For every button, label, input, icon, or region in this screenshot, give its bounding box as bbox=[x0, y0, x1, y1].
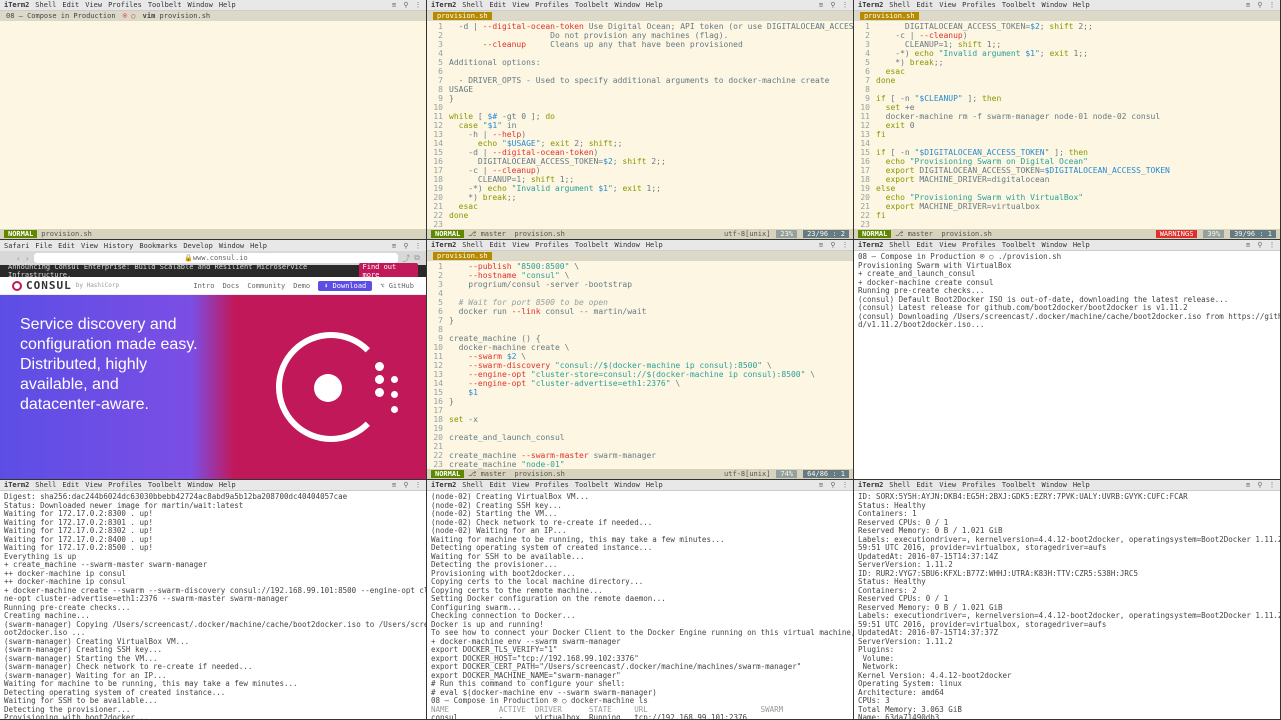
share-icon[interactable]: ⤴ bbox=[402, 253, 410, 264]
hero-headline: Service discovery and configuration made… bbox=[0, 295, 200, 479]
tab-bar: provision.sh bbox=[427, 251, 853, 261]
pane-middle-left-browser: Safari FileEditViewHistoryBookmarksDevel… bbox=[0, 240, 427, 480]
url-bar[interactable]: 🔒 www.consul.io bbox=[34, 253, 399, 263]
line-gutter: 1234567891011121314151617181920212223242… bbox=[427, 261, 447, 469]
editor-area[interactable]: 1234567891011121314151617181920212223242… bbox=[427, 21, 853, 229]
nav-community[interactable]: Community bbox=[247, 282, 285, 290]
pane-bottom-left: iTerm2 ShellEditViewProfilesToolbeltWind… bbox=[0, 480, 427, 720]
terminal-output[interactable]: 08 — Compose in Production ⍟ ○ ./provisi… bbox=[854, 251, 1280, 479]
pane-middle-right: iTerm2 ShellEditViewProfilesToolbeltWind… bbox=[854, 240, 1281, 480]
editor-area[interactable]: 1234567891011121314151617181920212223242… bbox=[427, 261, 853, 469]
pane-top-left: iTerm2 Shell Edit View Profiles Toolbelt… bbox=[0, 0, 427, 240]
pane-bottom-right: iTerm2 ShellEditViewProfilesToolbeltWind… bbox=[854, 480, 1281, 720]
nav-docs[interactable]: Docs bbox=[222, 282, 239, 290]
nav-intro[interactable]: Intro bbox=[193, 282, 214, 290]
nav-demo[interactable]: Demo bbox=[293, 282, 310, 290]
github-link[interactable]: ⌥ GitHub bbox=[380, 282, 414, 290]
search-icon[interactable]: ⚲ bbox=[402, 1, 410, 9]
tabs-icon[interactable]: ⧉ bbox=[414, 253, 420, 263]
site-nav: CONSUL by HashiCorp Intro Docs Community… bbox=[0, 277, 426, 295]
back-button[interactable]: ‹ bbox=[16, 254, 21, 263]
menubar: iTerm2 ShellEditViewProfilesToolbeltWind… bbox=[854, 480, 1280, 491]
lock-icon: 🔒 bbox=[184, 254, 193, 262]
pane-top-right: iTerm2 ShellEditViewProfilesToolbeltWind… bbox=[854, 0, 1281, 240]
code-content[interactable]: -d | --digital-ocean-token Use Digital O… bbox=[447, 21, 853, 229]
titlebar: 08 — Compose in Production ⍟ ○ vim vim p… bbox=[0, 11, 426, 21]
terminal-output[interactable]: Digest: sha256:dac244b6024dc63030bbebb42… bbox=[0, 491, 426, 719]
consul-mark-icon bbox=[12, 281, 22, 291]
statusbar: NORMAL ⎇ master provision.sh utf-8[unix]… bbox=[427, 229, 853, 239]
menubar: iTerm2 ShellEditViewProfilesToolbeltWind… bbox=[854, 0, 1280, 11]
pane-middle-middle: iTerm2 ShellEditViewProfilesToolbeltWind… bbox=[427, 240, 854, 480]
pane-top-middle: iTerm2 ShellEditViewProfilesToolbeltWind… bbox=[427, 0, 854, 240]
list-icon[interactable]: ⋮ bbox=[414, 1, 422, 9]
consul-hero-icon bbox=[276, 332, 386, 442]
forward-button[interactable]: › bbox=[25, 254, 30, 263]
menubar: iTerm2 Shell Edit View Profiles Toolbelt… bbox=[0, 0, 426, 11]
safari-menubar: Safari FileEditViewHistoryBookmarksDevel… bbox=[0, 240, 426, 251]
tab-bar: provision.sh bbox=[427, 11, 853, 21]
code-content[interactable]: --publish "8500:8500" \ --hostname "cons… bbox=[447, 261, 853, 469]
code-content[interactable]: DIGITALOCEAN_ACCESS_TOKEN=$2; shift 2;; … bbox=[874, 21, 1280, 229]
editor-area[interactable]: 1234567891011121314151617181920212223242… bbox=[854, 21, 1280, 229]
download-button[interactable]: ⬇ Download bbox=[318, 281, 372, 291]
menubar: iTerm2 ShellEditViewProfilesToolbeltWind… bbox=[0, 480, 426, 491]
menubar: iTerm2 ShellEditViewProfilesToolbeltWind… bbox=[427, 0, 853, 11]
menubar: iTerm2 ShellEditViewProfilesToolbeltWind… bbox=[427, 480, 853, 491]
announce-bar: Announcing Consul Enterprise: Build Scal… bbox=[0, 265, 426, 277]
line-gutter: 1234567891011121314151617181920212223242… bbox=[854, 21, 874, 229]
editor-area[interactable] bbox=[0, 21, 426, 229]
tab-bar: provision.sh bbox=[854, 11, 1280, 21]
consul-logo[interactable]: CONSUL by HashiCorp bbox=[12, 279, 119, 292]
menu-icon[interactable]: ≡ bbox=[390, 1, 398, 9]
statusbar: NORMAL ⎇ master provision.sh utf-8[unix]… bbox=[427, 469, 853, 479]
terminal-output[interactable]: (node-02) Creating VirtualBox VM... (nod… bbox=[427, 491, 853, 719]
menubar: iTerm2 ShellEditViewProfilesToolbeltWind… bbox=[854, 240, 1280, 251]
line-gutter: 1234567891011121314151617181920212223242… bbox=[427, 21, 447, 229]
pane-bottom-middle: iTerm2 ShellEditViewProfilesToolbeltWind… bbox=[427, 480, 854, 720]
hero: Service discovery and configuration made… bbox=[0, 295, 426, 479]
statusbar: NORMAL provision.sh bbox=[0, 229, 426, 239]
terminal-output[interactable]: ID: SORX:5Y5H:AYJN:DKB4:EG5H:2BXJ:GDK5:E… bbox=[854, 491, 1280, 719]
menubar: iTerm2 ShellEditViewProfilesToolbeltWind… bbox=[427, 240, 853, 251]
statusbar: NORMAL ⎇ master provision.sh WARNINGS39%… bbox=[854, 229, 1280, 239]
